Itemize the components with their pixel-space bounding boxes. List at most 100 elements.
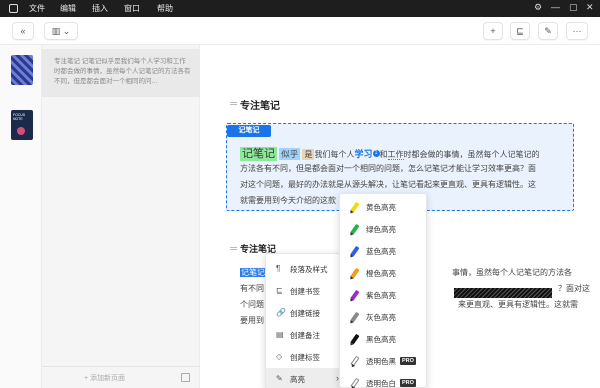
- magic-wand-icon: ✎: [544, 26, 552, 36]
- selected-text[interactable]: 记笔记: [240, 268, 266, 277]
- menu-create-link[interactable]: 🔗 创建链接: [266, 302, 346, 324]
- page-card[interactable]: 专注笔记 记笔记似乎是我们每个人学习和工作时都会做的事情，虽然每个人记笔记的方法…: [42, 49, 200, 97]
- highlight-submenu: 黄色高亮 绿色高亮 蓝色高亮 橙色高亮 紫色高亮 灰色高亮 黑色高亮 透明色黑 …: [339, 193, 427, 388]
- menu-item-label: 绿色高亮: [366, 225, 396, 234]
- menu-item-label: 创建标签: [290, 353, 320, 362]
- menu-item-label: 紫色高亮: [366, 291, 396, 300]
- highlighter-icon: ✎: [276, 374, 283, 383]
- menu-item-label: 高亮: [290, 375, 305, 384]
- underlined-word: 工作: [387, 150, 404, 160]
- menu-window[interactable]: 窗口: [124, 3, 140, 14]
- add-page-button[interactable]: + 添加新页面: [84, 373, 125, 383]
- menu-create-tag[interactable]: ◇ 创建标签: [266, 346, 346, 368]
- highlighter-icon: [350, 223, 360, 235]
- footnote-badge[interactable]: 1: [372, 150, 380, 157]
- body-line: 来更直观、更具有逻辑性。这就需: [458, 300, 578, 309]
- menu-item-label: 透明色白: [366, 379, 396, 388]
- menu-item-label: 灰色高亮: [366, 313, 396, 322]
- chevron-down-icon: ⌄: [62, 26, 71, 36]
- bookmark-icon: ⊑: [516, 26, 524, 36]
- page-list-footer: + 添加新页面: [42, 366, 200, 388]
- highlight-green[interactable]: 记笔记: [240, 147, 277, 161]
- app-icon: [9, 4, 18, 13]
- bookmark-button[interactable]: ⊑: [510, 22, 530, 40]
- toolbar: « ▥ ⌄ + ⊑ ✎ ···: [0, 17, 600, 45]
- menu-edit[interactable]: 编辑: [60, 3, 76, 14]
- highlighter-icon: [350, 333, 360, 345]
- menu-create-note[interactable]: ▤ 创建备注: [266, 324, 346, 346]
- double-chevron-left-icon: «: [20, 26, 26, 36]
- menu-insert[interactable]: 插入: [92, 3, 108, 14]
- body-line: 事情，虽然每个人记笔记的方法各: [452, 268, 572, 277]
- maximize-icon[interactable]: ▢: [569, 2, 578, 13]
- page-card-preview: 专注笔记 记笔记似乎是我们每个人学习和工作时都会做的事情，虽然每个人记笔记的方法…: [54, 58, 191, 85]
- pro-badge: PRO: [400, 379, 416, 387]
- highlight-blue-option[interactable]: 蓝色高亮: [340, 240, 428, 262]
- menu-paragraph-style[interactable]: ¶ 段落及样式: [266, 258, 346, 280]
- highlight-transparent-white-option[interactable]: 透明色白 PRO: [340, 372, 428, 388]
- context-menu: ¶ 段落及样式 ⊑ 创建书签 🔗 创建链接 ▤ 创建备注 ◇ 创建标签 ✎ 高亮…: [265, 253, 346, 388]
- page-list: 专注笔记 记笔记似乎是我们每个人学习和工作时都会做的事情，虽然每个人记笔记的方法…: [42, 45, 200, 388]
- notebook-thumbnail[interactable]: FOCUS NOTE: [11, 110, 33, 140]
- highlight-black-option[interactable]: 黑色高亮: [340, 328, 428, 350]
- minimize-icon[interactable]: —: [551, 2, 560, 12]
- note-tag: 记笔记: [227, 125, 271, 137]
- menu-item-label: 黄色高亮: [366, 203, 396, 212]
- body-line: ？面对这: [558, 284, 590, 293]
- page-title: 专注笔记: [240, 101, 280, 112]
- highlighter-icon: [350, 245, 360, 257]
- layout-icon: ▥: [51, 26, 61, 36]
- menu-item-label: 透明色黑: [366, 357, 396, 366]
- menu-item-label: 创建书签: [290, 287, 320, 296]
- highlighter-icon: [350, 267, 360, 279]
- highlight-tan[interactable]: 是: [302, 149, 315, 160]
- highlighter-icon: [350, 311, 360, 323]
- more-icon: ···: [572, 26, 582, 36]
- page-grid-icon[interactable]: [181, 373, 190, 382]
- highlighter-outline-icon: [350, 377, 360, 388]
- body-line: 个问题: [240, 300, 264, 309]
- menu-item-label: 黑色高亮: [366, 335, 396, 344]
- menu-highlight[interactable]: ✎ 高亮 ›: [266, 368, 346, 388]
- menu-item-label: 创建链接: [290, 309, 320, 318]
- magic-button[interactable]: ✎: [538, 22, 558, 40]
- notebook-strip: FOCUS NOTE: [0, 45, 42, 388]
- body-line: 要用到: [240, 316, 264, 325]
- note-line: 方法各有不同，但是都会面对一个相同的问题，怎么记笔记才能让学习效率更高？面: [240, 164, 536, 173]
- menu-create-bookmark[interactable]: ⊑ 创建书签: [266, 280, 346, 302]
- add-button[interactable]: +: [483, 22, 503, 40]
- menu-item-label: 蓝色高亮: [366, 247, 396, 256]
- notebook-thumbnail-art: [17, 127, 25, 135]
- menu-help[interactable]: 帮助: [157, 3, 173, 14]
- highlight-green-option[interactable]: 绿色高亮: [340, 218, 428, 240]
- note-line: 对这个问题，最好的办法就是从源头解决，让笔记看起来更直观、更具有逻辑性。这: [240, 180, 536, 189]
- highlight-purple-option[interactable]: 紫色高亮: [340, 284, 428, 306]
- more-button[interactable]: ···: [566, 22, 588, 40]
- highlight-gray-option[interactable]: 灰色高亮: [340, 306, 428, 328]
- collapse-sidebar-button[interactable]: «: [12, 22, 34, 40]
- highlight-orange-option[interactable]: 橙色高亮: [340, 262, 428, 284]
- link-icon: 🔗: [276, 308, 286, 317]
- highlighter-outline-icon: [350, 355, 360, 367]
- paragraph-icon: ¶: [276, 264, 281, 273]
- settings-icon[interactable]: ⚙: [534, 2, 542, 13]
- tag-icon: ◇: [276, 352, 283, 361]
- notebook-thumbnail[interactable]: [11, 55, 33, 85]
- body-line: 有不同: [240, 284, 264, 293]
- drag-handle-icon[interactable]: [230, 102, 237, 105]
- highlight-transparent-black-option[interactable]: 透明色黑 PRO: [340, 350, 428, 372]
- close-icon[interactable]: ✕: [586, 2, 594, 13]
- menu-file[interactable]: 文件: [29, 3, 45, 14]
- drag-handle-icon[interactable]: [230, 247, 237, 250]
- note-line: 记笔记 似乎 是我们每个人学习 1 和工作时都会做的事情，虽然每个人记笔记的: [240, 147, 540, 161]
- menu-item-label: 创建备注: [290, 331, 320, 340]
- highlighter-icon: [350, 289, 360, 301]
- layout-button[interactable]: ▥ ⌄: [44, 22, 78, 40]
- keyword-link[interactable]: 学习: [354, 149, 372, 159]
- highlight-yellow-option[interactable]: 黄色高亮: [340, 196, 428, 218]
- highlight-blue[interactable]: 似乎: [279, 148, 301, 160]
- body-line: 记笔记: [240, 267, 266, 278]
- plus-icon: +: [490, 26, 496, 36]
- pro-badge: PRO: [400, 357, 416, 365]
- notebook-thumbnail-title: FOCUS NOTE: [13, 113, 26, 121]
